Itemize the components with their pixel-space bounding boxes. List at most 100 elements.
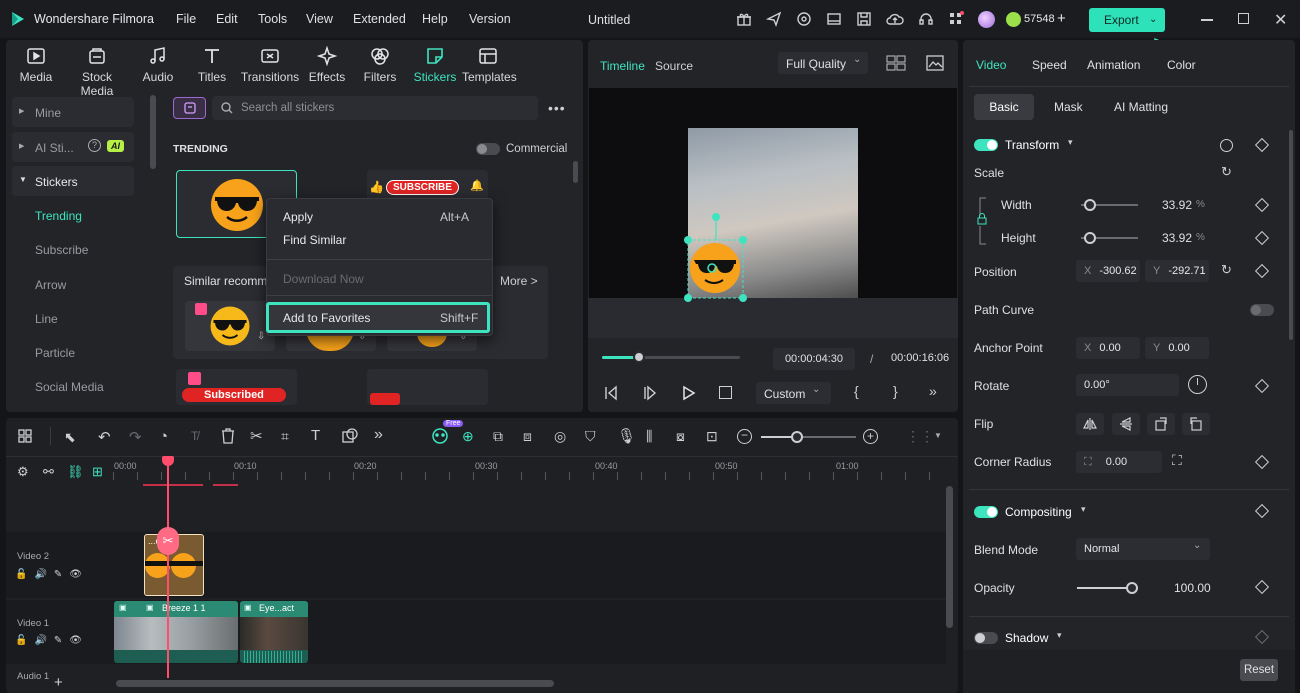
track-options-icon[interactable]: ⋮⋮ (906, 428, 934, 445)
sidebar-item-arrow[interactable]: Arrow (35, 278, 66, 292)
reset-transform-icon[interactable] (1220, 139, 1233, 152)
speed-icon[interactable]: ◔ (159, 428, 168, 445)
menu-edit[interactable]: Edit (216, 12, 238, 26)
tab-color[interactable]: Color (1167, 58, 1196, 72)
add-credits-icon[interactable]: + (1057, 10, 1066, 27)
subtab-basic[interactable]: Basic (974, 94, 1034, 120)
timeline-horizontal-scrollbar[interactable] (116, 680, 554, 687)
tab-source[interactable]: Source (655, 59, 693, 73)
mask-shape-icon[interactable] (342, 428, 358, 444)
microphone-icon[interactable]: 🎙 (617, 427, 636, 445)
ai-sticker-button[interactable] (173, 97, 206, 119)
gift-icon[interactable] (736, 11, 752, 27)
ai-text-icon[interactable]: T̸ (191, 429, 198, 443)
tab-stock-media[interactable]: Stock Media (64, 46, 130, 98)
cloud-upload-icon[interactable] (886, 11, 904, 27)
sidebar-item-mine[interactable]: ▶ Mine (12, 97, 134, 127)
position-y-field[interactable]: Y -292.71 (1145, 260, 1209, 282)
previous-frame-icon[interactable] (604, 385, 618, 401)
rotate-right-icon[interactable] (1147, 413, 1175, 435)
play-icon[interactable] (682, 385, 696, 401)
zoom-out-icon[interactable]: − (737, 429, 752, 444)
shadow-toggle[interactable] (974, 632, 998, 644)
tab-audio[interactable]: Audio (138, 46, 178, 84)
smart-cut-icon[interactable]: ⧉ (493, 428, 503, 445)
blend-mode-dropdown[interactable]: Normal ⌄ (1076, 538, 1210, 560)
tab-media[interactable]: Media (14, 46, 58, 84)
timeline-vertical-scrollbar[interactable] (946, 486, 953, 628)
minimize-icon[interactable] (1201, 19, 1213, 21)
width-value[interactable]: 33.92 (1162, 198, 1192, 212)
clip-eye-contact[interactable]: ▣ Eye...act (240, 601, 308, 663)
sidebar-item-trending[interactable]: Trending (35, 209, 82, 223)
time-ruler[interactable]: 00:00 00:10 00:20 00:30 00:40 00:50 01:0… (113, 458, 943, 486)
motion-tracking-icon[interactable]: ◎ (554, 428, 566, 445)
mark-out-icon[interactable]: } (893, 383, 898, 399)
unlink-icon[interactable]: ⚯ (43, 464, 54, 480)
download-icon[interactable]: ⇩ (257, 331, 265, 342)
more-link[interactable]: More > (500, 274, 538, 288)
replace-icon[interactable]: ⊡ (706, 428, 718, 445)
sidebar-scrollbar[interactable] (150, 95, 156, 169)
select-tool-icon[interactable]: ⬉ (64, 429, 76, 446)
scissors-icon[interactable]: ✂ (250, 427, 263, 445)
ai-copilot-icon[interactable] (431, 427, 449, 445)
tab-video[interactable]: Video (976, 58, 1006, 72)
similar-sticker-1[interactable]: ⇩ (185, 301, 275, 351)
grid-view-icon[interactable] (886, 55, 906, 71)
sidebar-item-stickers[interactable]: ▼ Stickers (12, 166, 134, 196)
opacity-value[interactable]: 100.00 (1174, 581, 1211, 595)
menu-file[interactable]: File (176, 12, 196, 26)
tab-speed[interactable]: Speed (1032, 58, 1067, 72)
flip-horizontal-icon[interactable] (1076, 413, 1104, 435)
quality-dropdown[interactable]: Full Quality ⌄ (778, 52, 868, 74)
menu-extended[interactable]: Extended (353, 12, 406, 26)
save-icon[interactable] (856, 11, 872, 27)
sidebar-item-particle[interactable]: Particle (35, 346, 75, 360)
tab-stickers[interactable]: Stickers (410, 46, 460, 84)
sidebar-item-subscribe[interactable]: Subscribe (35, 243, 88, 257)
clip-breeze[interactable]: ▣ ▣ Breeze 1 1 (114, 601, 238, 663)
transform-toggle[interactable] (974, 139, 998, 151)
headset-icon[interactable] (918, 11, 934, 27)
menu-item-add-to-favorites[interactable]: Add to Favorites Shift+F (266, 302, 490, 333)
caret-icon[interactable]: ▾ (1081, 504, 1086, 515)
timeline-zoom-slider[interactable] (761, 431, 856, 443)
track-controls[interactable]: 🔓🔊✎👁 (15, 569, 89, 580)
chevron-down-icon[interactable]: ▼ (934, 431, 942, 440)
layout-grid-icon[interactable] (18, 429, 32, 443)
reset-button[interactable]: Reset (1240, 659, 1278, 681)
ai-image-icon[interactable]: ⧈ (523, 428, 532, 445)
snap-icon[interactable]: ⊞ (92, 464, 103, 480)
apps-grid-icon[interactable] (948, 11, 964, 27)
scene-detect-icon[interactable]: ⧇ (676, 428, 685, 445)
zoom-dropdown[interactable]: Custom ⌄ (756, 382, 831, 404)
reset-icon[interactable]: ↻ (1221, 164, 1232, 180)
stop-icon[interactable] (719, 386, 732, 399)
menu-help[interactable]: Help (422, 12, 448, 26)
sticker-subscribed[interactable]: Subscribed (176, 369, 297, 405)
tab-filters[interactable]: Filters (358, 46, 402, 84)
rotate-dial-icon[interactable] (1188, 375, 1207, 394)
sticker-youtube-subscribe[interactable] (367, 369, 488, 405)
export-button[interactable]: Export ⌄ (1089, 8, 1165, 32)
delete-icon[interactable] (221, 428, 235, 444)
zoom-in-icon[interactable]: + (863, 429, 878, 444)
auto-sync-icon[interactable]: ⊕ (462, 428, 474, 445)
text-tool-icon[interactable]: T (311, 427, 320, 444)
track-controls[interactable]: 🔓🔊✎👁 (15, 635, 89, 646)
more-controls-icon[interactable]: » (929, 383, 937, 399)
position-x-field[interactable]: X -300.62 (1076, 260, 1140, 282)
tab-transitions[interactable]: Transitions (240, 46, 300, 84)
menu-version[interactable]: Version (469, 12, 511, 26)
tab-effects[interactable]: Effects (305, 46, 349, 84)
close-icon[interactable]: ✕ (1274, 10, 1287, 30)
redo-icon[interactable]: ↷ (129, 428, 142, 446)
flip-vertical-icon[interactable] (1112, 413, 1140, 435)
next-frame-icon[interactable] (643, 385, 657, 401)
corner-radius-field[interactable]: ⛶ 0.00 (1076, 451, 1162, 473)
path-curve-toggle[interactable] (1250, 304, 1274, 316)
reset-icon[interactable]: ↻ (1221, 262, 1232, 278)
menu-item-apply[interactable]: Apply Alt+A (267, 207, 492, 227)
split-scissors-icon[interactable]: ✂ (157, 527, 179, 555)
